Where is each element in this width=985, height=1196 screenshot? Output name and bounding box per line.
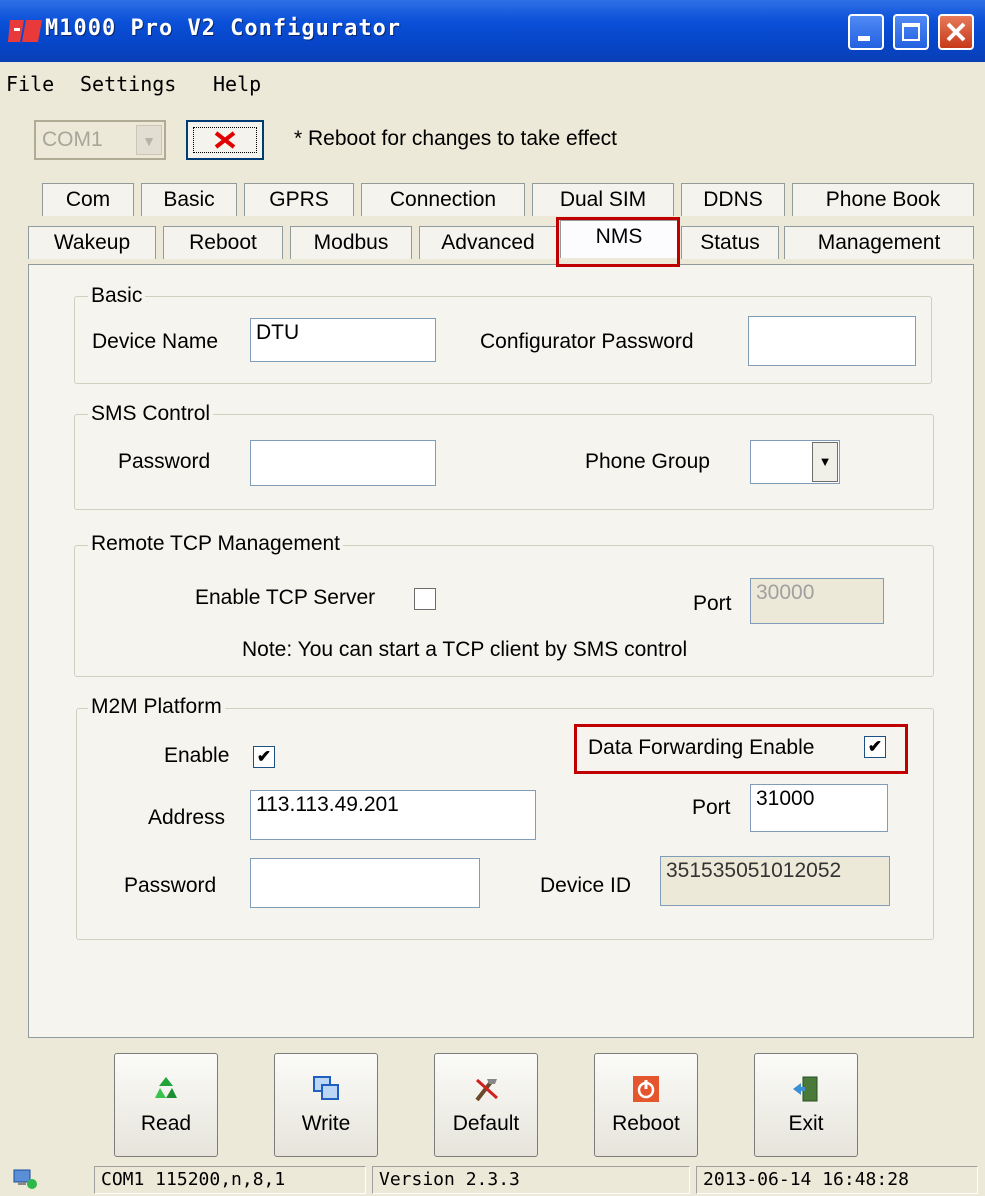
reboot-note: * Reboot for changes to take effect (294, 127, 617, 150)
sms-control-legend: SMS Control (88, 402, 214, 426)
close-icon (946, 22, 966, 42)
exit-label: Exit (788, 1112, 824, 1135)
tab-advanced[interactable]: Advanced (419, 226, 557, 259)
read-label: Read (140, 1112, 192, 1135)
red-x-icon (214, 131, 236, 149)
read-button[interactable]: Read (114, 1053, 218, 1157)
close-button[interactable] (938, 14, 974, 50)
configurator-password-label: Configurator Password (480, 330, 694, 353)
tab-wakeup[interactable]: Wakeup (28, 226, 156, 259)
configurator-password-input[interactable] (748, 316, 916, 366)
default-label: Default (452, 1112, 520, 1135)
menu-file[interactable]: File (6, 72, 54, 96)
maximize-button[interactable] (893, 14, 929, 50)
m2m-address-label: Address (148, 806, 226, 829)
tcp-note: Note: You can start a TCP client by SMS … (242, 638, 688, 661)
chevron-down-icon: ▼ (136, 125, 162, 155)
tools-icon (475, 1078, 499, 1102)
device-name-input[interactable]: DTU (250, 318, 436, 362)
com-port-select[interactable]: COM1 ▼ (34, 120, 166, 160)
minimize-icon (858, 36, 870, 41)
device-id-label: Device ID (540, 874, 632, 897)
com-port-value: COM1 (42, 128, 103, 151)
write-button[interactable]: Write (274, 1053, 378, 1157)
default-button[interactable]: Default (434, 1053, 538, 1157)
tab-status[interactable]: Status (681, 226, 779, 259)
app-logo-icon (8, 20, 42, 42)
window-title: M1000 Pro V2 Configurator (45, 16, 402, 41)
m2m-enable-checkbox[interactable]: ✔ (253, 746, 275, 768)
sms-password-label: Password (118, 450, 211, 473)
tcp-port-input[interactable]: 30000 (750, 578, 884, 624)
tab-connection[interactable]: Connection (361, 183, 525, 216)
tab-dual-sim[interactable]: Dual SIM (532, 183, 674, 216)
recycle-icon (155, 1077, 177, 1098)
device-id-field[interactable]: 351535051012052 (660, 856, 890, 906)
m2m-port-label: Port (692, 796, 731, 819)
minimize-button[interactable] (848, 14, 884, 50)
menu-settings[interactable]: Settings (80, 72, 176, 96)
highlight-nms-tab (556, 217, 680, 267)
tab-basic[interactable]: Basic (141, 183, 237, 216)
maximize-icon (902, 23, 920, 41)
m2m-port-input[interactable]: 31000 (750, 784, 888, 832)
status-datetime: 2013-06-14 16:48:28 (696, 1166, 978, 1194)
tab-modbus[interactable]: Modbus (290, 226, 412, 259)
title-bar[interactable]: M1000 Pro V2 Configurator (0, 0, 985, 62)
menu-help[interactable]: Help (213, 72, 261, 96)
status-bar: COM1 115200,n,8,1 Version 2.3.3 2013-06-… (0, 1162, 985, 1196)
status-version: Version 2.3.3 (372, 1166, 690, 1194)
exit-button[interactable]: Exit (754, 1053, 858, 1157)
tab-reboot[interactable]: Reboot (163, 226, 283, 259)
windows-copy-icon (313, 1076, 339, 1100)
tab-ddns[interactable]: DDNS (681, 183, 785, 216)
phone-group-label: Phone Group (585, 450, 710, 473)
tab-management[interactable]: Management (784, 226, 974, 259)
chevron-down-icon: ▼ (812, 442, 838, 482)
remote-tcp-legend: Remote TCP Management (88, 532, 344, 556)
basic-legend: Basic (88, 284, 146, 308)
m2m-password-input[interactable] (250, 858, 480, 908)
m2m-address-input[interactable]: 113.113.49.201 (250, 790, 536, 840)
enable-tcp-server-checkbox[interactable] (414, 588, 436, 610)
menu-bar: File Settings Help (0, 64, 985, 104)
power-icon (633, 1076, 659, 1102)
tab-com[interactable]: Com (42, 183, 134, 216)
reboot-button[interactable]: Reboot (594, 1053, 698, 1157)
network-icon (13, 1169, 37, 1189)
tab-phone-book[interactable]: Phone Book (792, 183, 974, 216)
m2m-password-label: Password (124, 874, 217, 897)
disconnect-button[interactable] (186, 120, 264, 160)
status-connection: COM1 115200,n,8,1 (94, 1166, 366, 1194)
device-name-label: Device Name (92, 330, 219, 353)
write-label: Write (301, 1112, 351, 1135)
enable-tcp-server-label: Enable TCP Server (195, 586, 376, 609)
tcp-port-label: Port (693, 592, 732, 615)
phone-group-select[interactable]: ▼ (750, 440, 840, 484)
m2m-platform-legend: M2M Platform (88, 695, 225, 719)
reboot-label: Reboot (612, 1112, 680, 1135)
exit-door-icon (793, 1076, 818, 1102)
highlight-data-forwarding (574, 724, 908, 774)
m2m-enable-label: Enable (164, 744, 230, 767)
tab-gprs[interactable]: GPRS (244, 183, 354, 216)
sms-password-input[interactable] (250, 440, 436, 486)
